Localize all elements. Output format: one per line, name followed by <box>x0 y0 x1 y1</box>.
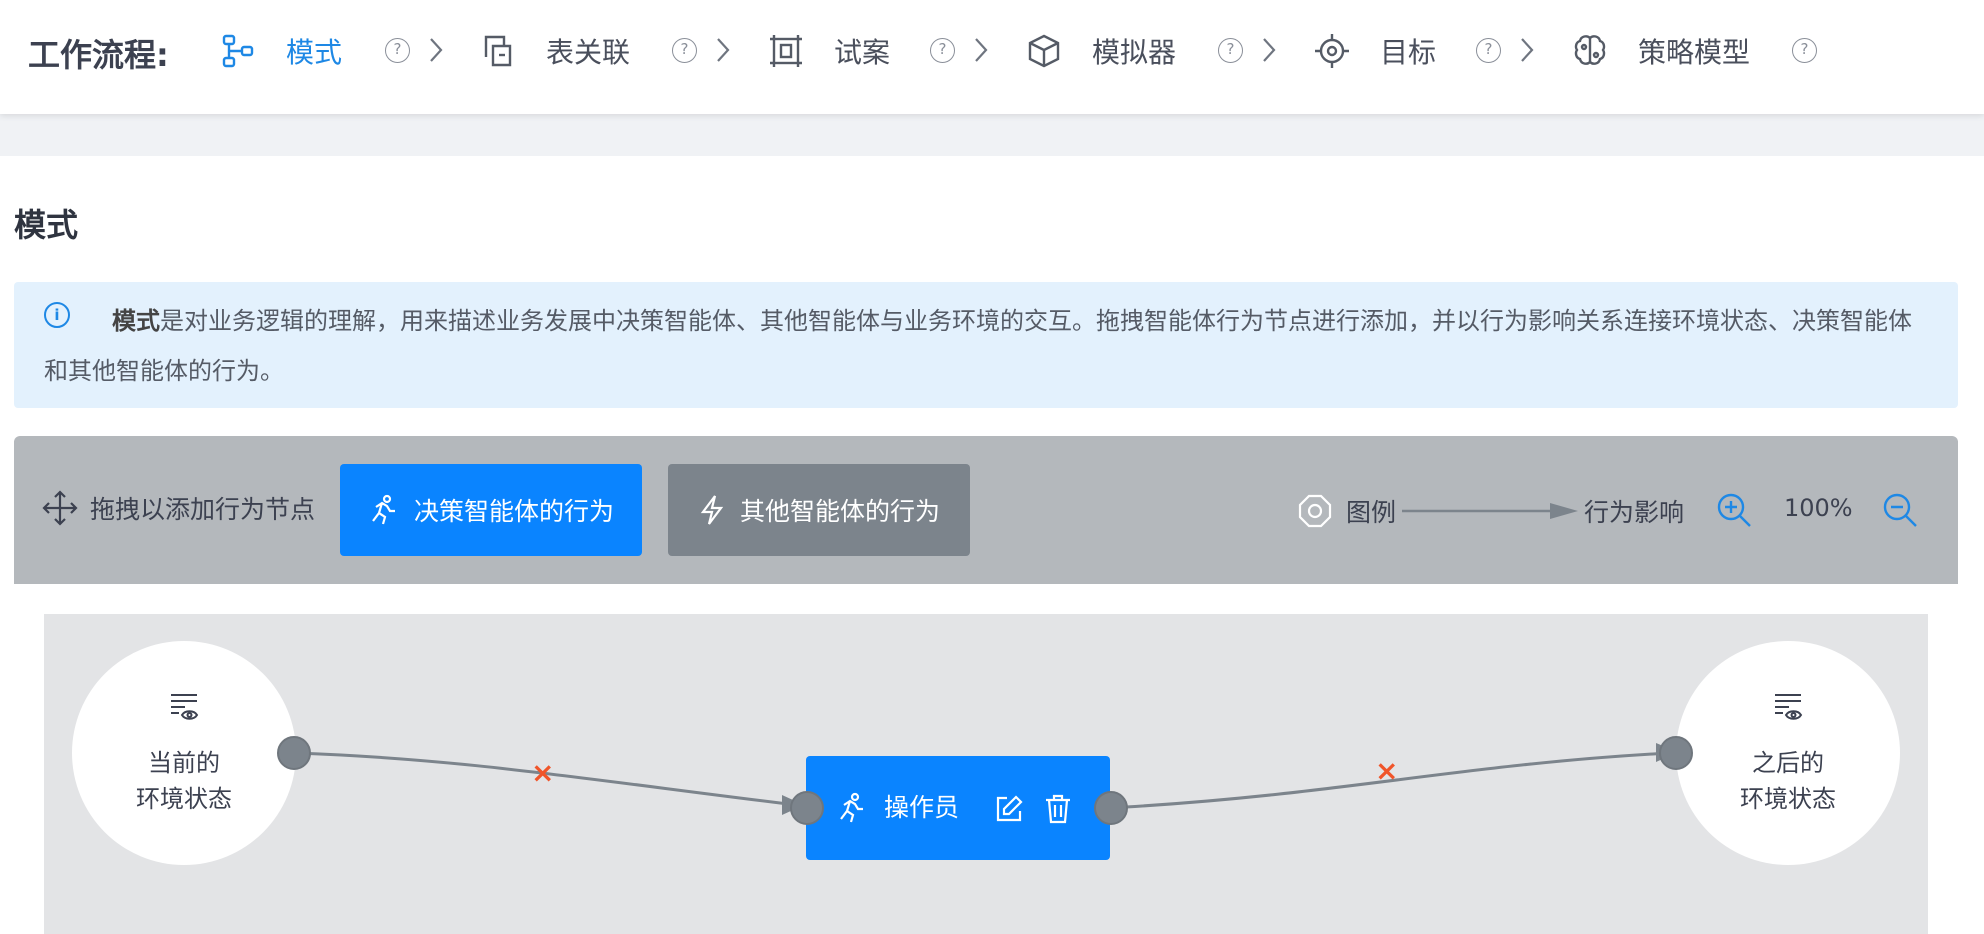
chevron-right-icon <box>975 38 988 62</box>
table-link-icon <box>478 31 518 71</box>
chevron-right-icon <box>1521 38 1534 62</box>
other-agent-action-button[interactable]: 其他智能体的行为 <box>668 464 970 556</box>
delete-edge-icon[interactable]: × <box>1375 754 1398 787</box>
delete-edge-icon[interactable]: × <box>531 756 554 789</box>
drag-hint: 拖拽以添加行为节点 <box>42 490 315 526</box>
step-label: 策略模型 <box>1638 36 1751 69</box>
info-alert: i 模式是对业务逻辑的理解，用来描述业务发展中决策智能体、其他智能体与业务环境的… <box>14 282 1958 408</box>
legend: 图例 行为影响 <box>1296 486 1684 536</box>
operator-input-port[interactable] <box>790 791 824 825</box>
help-icon[interactable]: ? <box>672 38 697 63</box>
after-state-line1: 之后的 <box>1752 749 1824 777</box>
step-label: 目标 <box>1380 36 1437 69</box>
other-agent-action-label: 其他智能体的行为 <box>739 497 940 526</box>
target-icon <box>1312 31 1352 71</box>
chevron-right-icon <box>717 38 730 62</box>
step-table-link[interactable]: 表关联 <box>478 26 630 76</box>
current-state-line1: 当前的 <box>148 749 220 777</box>
help-icon[interactable]: ? <box>1218 38 1243 63</box>
lightning-icon <box>698 494 726 526</box>
after-state-line2: 环境状态 <box>1740 785 1836 813</box>
drag-hint-label: 拖拽以添加行为节点 <box>90 495 316 524</box>
info-bold-term: 模式 <box>112 307 160 335</box>
step-label: 模拟器 <box>1092 36 1177 69</box>
current-state-label: 当前的 环境状态 <box>72 745 296 817</box>
legend-label: 图例 <box>1346 498 1397 527</box>
state-eye-list-icon <box>171 694 199 720</box>
graph-canvas[interactable]: × × 当前的 环境状态 操作员 之后的 环境状态 <box>44 614 1928 934</box>
after-state-node[interactable]: 之后的 环境状态 <box>1676 641 1900 865</box>
zoom-out-icon[interactable] <box>1880 490 1920 530</box>
help-icon[interactable]: ? <box>930 38 955 63</box>
move-icon <box>42 490 78 526</box>
step-policy-model[interactable]: 策略模型 <box>1570 26 1750 76</box>
state-eye-list-icon <box>1775 694 1803 720</box>
zoom-level: 100% <box>1784 494 1853 522</box>
current-state-output-port[interactable] <box>277 736 311 770</box>
help-icon[interactable]: ? <box>385 38 410 63</box>
operator-label: 操作员 <box>884 793 960 822</box>
step-label: 试案 <box>834 36 891 69</box>
brain-icon <box>1570 31 1610 71</box>
canvas-toolbar: 拖拽以添加行为节点 决策智能体的行为 其他智能体的行为 图例 行为影响 100% <box>14 436 1958 584</box>
step-simulator[interactable]: 模拟器 <box>1024 26 1176 76</box>
help-icon[interactable]: ? <box>1476 38 1501 63</box>
after-state-label: 之后的 环境状态 <box>1676 745 1900 817</box>
legend-edge-arrow <box>1402 503 1579 519</box>
operator-output-port[interactable] <box>1094 791 1128 825</box>
current-state-line2: 环境状态 <box>136 785 232 813</box>
decision-agent-action-button[interactable]: 决策智能体的行为 <box>340 464 642 556</box>
decision-agent-action-label: 决策智能体的行为 <box>413 497 614 526</box>
cube-icon <box>1024 31 1064 71</box>
workflow-header: 工作流程: 模式 ? 表关联 ? 试案 ? 模拟器 ? 目标 ? 策略模型 ? <box>0 0 1984 114</box>
step-target[interactable]: 目标 <box>1312 26 1436 76</box>
page-title: 模式 <box>14 206 79 244</box>
running-person-icon <box>840 792 863 823</box>
header-spacer <box>0 114 1984 156</box>
canvas-container: × × 当前的 环境状态 操作员 之后的 环境状态 <box>14 584 1958 934</box>
help-icon[interactable]: ? <box>1792 38 1817 63</box>
current-state-node[interactable]: 当前的 环境状态 <box>72 641 296 865</box>
chevron-right-icon <box>430 38 443 62</box>
running-person-icon <box>368 494 400 526</box>
step-label: 表关联 <box>546 36 631 69</box>
after-state-input-port[interactable] <box>1659 736 1693 770</box>
delete-icon[interactable] <box>1044 794 1072 824</box>
schema-icon <box>218 31 258 71</box>
zoom-in-icon[interactable] <box>1714 490 1754 530</box>
operator-action-node[interactable]: 操作员 <box>806 756 1110 860</box>
step-trial[interactable]: 试案 <box>766 26 890 76</box>
trial-frame-icon <box>766 31 806 71</box>
legend-icon <box>1298 494 1332 528</box>
info-description: 是对业务逻辑的理解，用来描述业务发展中决策智能体、其他智能体与业务环境的交互。拖… <box>44 307 1912 385</box>
workflow-title: 工作流程: <box>28 36 169 74</box>
legend-edge-label: 行为影响 <box>1584 498 1685 527</box>
edit-icon[interactable] <box>994 794 1024 824</box>
chevron-right-icon <box>1263 38 1276 62</box>
step-label: 模式 <box>286 36 343 69</box>
info-text: 模式是对业务逻辑的理解，用来描述业务发展中决策智能体、其他智能体与业务环境的交互… <box>44 296 1934 396</box>
step-schema[interactable]: 模式 <box>218 26 342 76</box>
